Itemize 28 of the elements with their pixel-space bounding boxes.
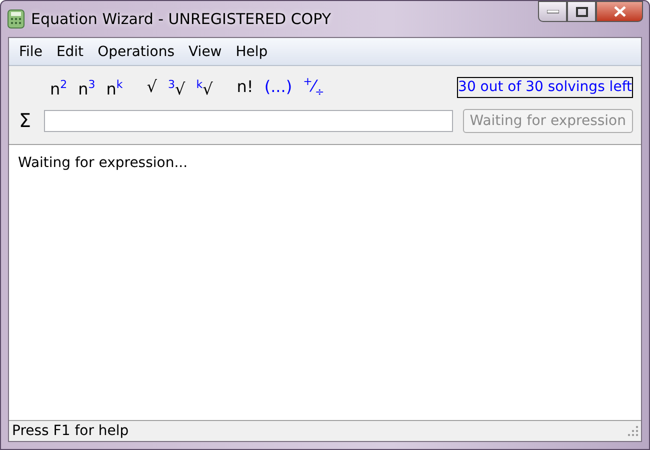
solvings-left-counter: 30 out of 30 solvings left [457, 76, 633, 98]
menu-item[interactable]: View [182, 44, 229, 60]
operation-button[interactable]: n$^{k}$ [101, 72, 128, 102]
operation-button[interactable]: n$^{2}$ [45, 72, 72, 102]
operation-button[interactable]: $^{k}$√ [191, 72, 218, 102]
resize-grip-icon [628, 426, 638, 436]
operation-button[interactable]: (...) [259, 72, 298, 102]
menu-item[interactable]: File [12, 44, 50, 60]
app-icon [7, 9, 25, 29]
operation-button[interactable]: n$^{3}$ [73, 72, 100, 102]
status-text: Press F1 for help [12, 423, 129, 439]
maximize-icon [576, 6, 588, 16]
operation-button[interactable]: √ [142, 72, 162, 102]
operation-button[interactable]: $^{+}$⁄$_{÷}$ [298, 72, 330, 102]
output-text: Waiting for expression... [18, 155, 188, 171]
menu-item[interactable]: Edit [49, 44, 91, 60]
operation-button[interactable]: n! [232, 72, 258, 102]
expression-field[interactable] [44, 110, 453, 132]
minimize-button[interactable] [538, 1, 567, 22]
operation-button[interactable]: $^{3}$√ [163, 72, 190, 102]
sigma-label: Σ [19, 110, 32, 132]
menu-item[interactable]: Help [228, 44, 275, 60]
close-icon [614, 6, 626, 17]
maximize-button[interactable] [567, 1, 596, 22]
close-button[interactable] [596, 1, 643, 22]
window-title: Equation Wizard - UNREGISTERED COPY [31, 10, 332, 28]
minimize-icon [546, 10, 558, 14]
menu-item[interactable]: Operations [90, 44, 182, 60]
